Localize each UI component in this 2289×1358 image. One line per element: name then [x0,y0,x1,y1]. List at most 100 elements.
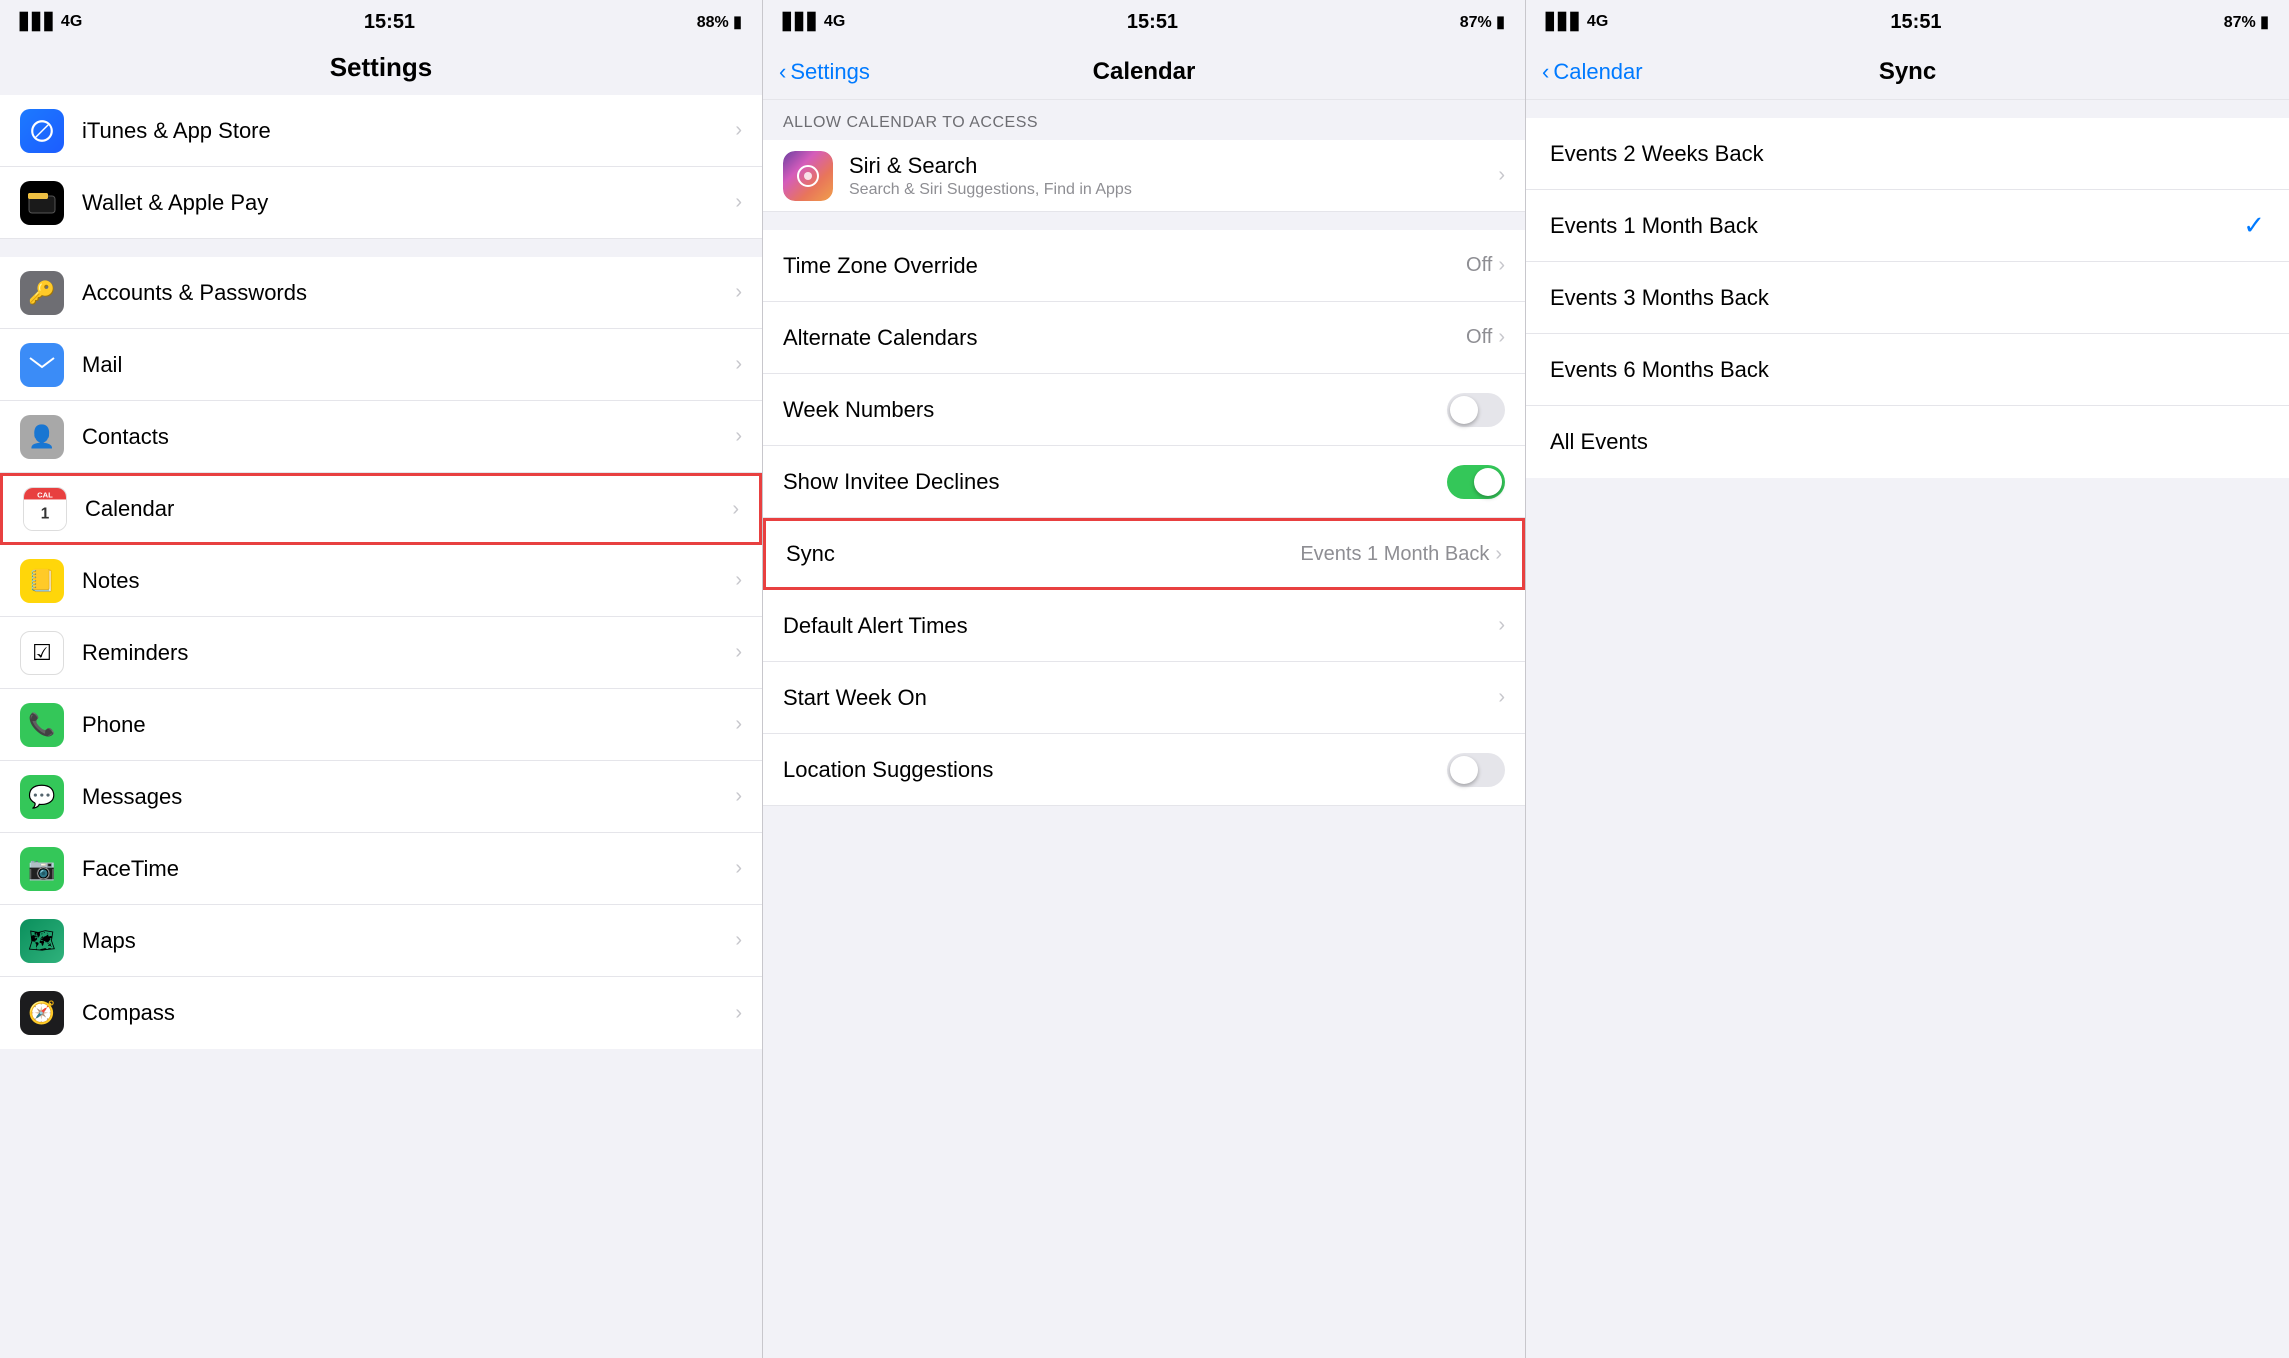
left-status-bar: ▋▋▋ 4G 15:51 88% ▮ [0,0,762,44]
compass-chevron: › [735,1002,742,1025]
sync-option-6months[interactable]: Events 6 Months Back [1526,334,2289,406]
sync-option-2weeks[interactable]: Events 2 Weeks Back [1526,118,2289,190]
alternate-row[interactable]: Alternate Calendars Off › [763,302,1525,374]
sync-option-1month[interactable]: Events 1 Month Back ✓ [1526,190,2289,262]
phone-icon: 📞 [20,703,64,747]
reminders-icon: ☑ [20,631,64,675]
middle-signal-bars: ▋▋▋ [783,12,820,32]
calendar-label: Calendar [85,496,732,522]
settings-list: iTunes & App Store › Wallet & Apple Pay … [0,95,762,1358]
settings-title: Settings [0,44,762,95]
settings-row-wallet[interactable]: Wallet & Apple Pay › [0,167,762,239]
settings-row-reminders[interactable]: ☑ Reminders › [0,617,762,689]
wallet-icon [20,181,64,225]
right-network: 4G [1587,13,1608,31]
right-signal-bars: ▋▋▋ [1546,12,1583,32]
middle-status-bar: ▋▋▋ 4G 15:51 87% ▮ [763,0,1525,44]
accounts-icon: 🔑 [20,271,64,315]
alerttimes-row[interactable]: Default Alert Times › [763,590,1525,662]
middle-empty-space [763,806,1525,1358]
timezone-label: Time Zone Override [783,253,1466,279]
maps-label: Maps [82,928,735,954]
allow-access-header: ALLOW CALENDAR TO ACCESS [763,100,1525,140]
right-signal: ▋▋▋ 4G [1546,12,1608,32]
location-row[interactable]: Location Suggestions [763,734,1525,806]
gap-1 [0,239,762,257]
invitee-label: Show Invitee Declines [783,469,1447,495]
sync-nav-bar: ‹ Calendar Sync [1526,44,2289,100]
messages-label: Messages [82,784,735,810]
middle-battery: 87% ▮ [1460,12,1505,32]
settings-row-compass[interactable]: 🧭 Compass › [0,977,762,1049]
compass-label: Compass [82,1000,735,1026]
left-battery: 88% ▮ [697,12,742,32]
settings-row-itunes[interactable]: iTunes & App Store › [0,95,762,167]
svg-text:1: 1 [41,506,50,523]
calendar-back-button[interactable]: ‹ Settings [779,59,870,85]
right-battery-percent: 87% ▮ [2224,12,2269,32]
contacts-icon: 👤 [20,415,64,459]
siri-row[interactable]: Siri & Search Search & Siri Suggestions,… [763,140,1525,212]
settings-row-messages[interactable]: 💬 Messages › [0,761,762,833]
mail-chevron: › [735,353,742,376]
invitee-row[interactable]: Show Invitee Declines [763,446,1525,518]
settings-row-facetime[interactable]: 📷 FaceTime › [0,833,762,905]
alerttimes-chevron: › [1498,614,1505,637]
messages-chevron: › [735,785,742,808]
wallet-chevron: › [735,191,742,214]
reminders-chevron: › [735,641,742,664]
right-gap-top [1526,100,2289,118]
left-signal: ▋▋▋ 4G [20,12,82,32]
sync-option-3months[interactable]: Events 3 Months Back [1526,262,2289,334]
sync-chevron: › [1495,543,1502,566]
siri-sub-label: Search & Siri Suggestions, Find in Apps [849,181,1498,199]
location-label: Location Suggestions [783,757,1447,783]
weeknumbers-label: Week Numbers [783,397,1447,423]
settings-row-maps[interactable]: 🗺 Maps › [0,905,762,977]
settings-row-phone[interactable]: 📞 Phone › [0,689,762,761]
svg-text:CAL: CAL [37,491,53,500]
invitee-toggle[interactable] [1447,465,1505,499]
compass-icon: 🧭 [20,991,64,1035]
startweek-row[interactable]: Start Week On › [763,662,1525,734]
settings-row-accounts[interactable]: 🔑 Accounts & Passwords › [0,257,762,329]
sync-back-button[interactable]: ‹ Calendar [1542,59,1643,85]
right-panel: ▋▋▋ 4G 15:51 87% ▮ ‹ Calendar Sync Event… [1526,0,2289,1358]
maps-icon: 🗺 [20,919,64,963]
weeknumbers-knob [1450,396,1478,424]
itunes-icon [20,109,64,153]
alerttimes-label: Default Alert Times [783,613,1498,639]
calendar-chevron: › [732,498,739,521]
sync-option-all[interactable]: All Events [1526,406,2289,478]
invitee-knob [1474,468,1502,496]
location-toggle[interactable] [1447,753,1505,787]
settings-row-mail[interactable]: Mail › [0,329,762,401]
settings-row-calendar[interactable]: CAL 1 Calendar › [0,473,762,545]
wallet-label: Wallet & Apple Pay [82,190,735,216]
calendar-nav-bar: ‹ Settings Calendar [763,44,1525,100]
timezone-row[interactable]: Time Zone Override Off › [763,230,1525,302]
sync-back-label: Calendar [1553,59,1642,85]
settings-row-notes[interactable]: 📒 Notes › [0,545,762,617]
notes-label: Notes [82,568,735,594]
weeknumbers-toggle[interactable] [1447,393,1505,427]
siri-main-label: Siri & Search [849,153,1498,179]
facetime-chevron: › [735,857,742,880]
weeknumbers-row[interactable]: Week Numbers [763,374,1525,446]
maps-chevron: › [735,929,742,952]
sync-row[interactable]: Sync Events 1 Month Back › [763,518,1525,590]
middle-signal: ▋▋▋ 4G [783,12,845,32]
settings-row-contacts[interactable]: 👤 Contacts › [0,401,762,473]
sync-nav-title: Sync [1879,58,1936,86]
sync-value: Events 1 Month Back [1300,543,1489,566]
startweek-label: Start Week On [783,685,1498,711]
reminders-label: Reminders [82,640,735,666]
messages-icon: 💬 [20,775,64,819]
timezone-value: Off [1466,254,1492,277]
right-status-bar: ▋▋▋ 4G 15:51 87% ▮ [1526,0,2289,44]
battery-percent: 88% ▮ [697,12,742,32]
itunes-label: iTunes & App Store [82,118,735,144]
phone-chevron: › [735,713,742,736]
alternate-chevron: › [1498,326,1505,349]
middle-panel: ▋▋▋ 4G 15:51 87% ▮ ‹ Settings Calendar A… [763,0,1526,1358]
